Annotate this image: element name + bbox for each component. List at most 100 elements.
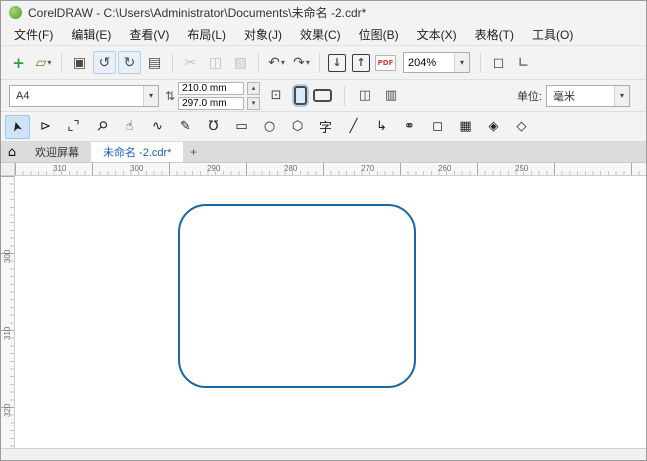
save-button[interactable]: ▣: [68, 51, 91, 74]
propbar-separator: [344, 85, 346, 106]
rounded-rectangle-object[interactable]: [178, 204, 416, 388]
new-document-button[interactable]: +: [7, 51, 30, 74]
bezier-tool[interactable]: ℧: [201, 115, 226, 139]
toolbar-separator: [319, 52, 320, 73]
landscape-orientation-button[interactable]: [313, 89, 333, 102]
menu-bar: 文件(F) 编辑(E) 查看(V) 布局(L) 对象(J) 效果(C) 位图(B) 文本(X)…: [1, 23, 646, 46]
show-rulers-button[interactable]: ∟: [512, 51, 535, 74]
menu-item[interactable]: 布局(L): [178, 23, 235, 46]
undo-button[interactable]: ↶ ▾: [265, 51, 288, 74]
dimension-stepper: ▴ ▾: [247, 81, 261, 110]
ruler-label: 290: [207, 164, 221, 173]
eyedropper-tool[interactable]: ⚭: [397, 115, 422, 139]
toolbar-separator: [258, 52, 259, 73]
ellipse-tool[interactable]: ○: [257, 115, 282, 139]
publish-pdf-button[interactable]: PDF: [374, 51, 397, 74]
fit-page-icon[interactable]: ⊡: [266, 88, 286, 103]
rectangle-tool[interactable]: ▭: [229, 115, 254, 139]
chevron-down-icon: ▾: [47, 58, 52, 67]
tab-document[interactable]: 未命名 -2.cdr*: [91, 142, 184, 162]
fullscreen-icon: ◻: [492, 54, 505, 71]
ruler-label: 280: [284, 164, 298, 173]
all-pages-icon[interactable]: ◫: [355, 88, 375, 103]
redo-icon: ↷: [293, 54, 305, 71]
work-area: 300 310 320: [1, 176, 646, 448]
fullscreen-preview-button[interactable]: ◻: [487, 51, 510, 74]
pan-tool[interactable]: ☝: [117, 115, 142, 139]
chevron-down-icon: ▾: [280, 58, 285, 67]
cloud-open-icon: ↺: [98, 54, 111, 71]
app-window: CorelDRAW - C:\Users\Administrator\Docum…: [0, 0, 647, 461]
horizontal-ruler-row: 310 300 290 280 270 260 250: [1, 163, 646, 176]
stepper-down-button[interactable]: ▾: [247, 96, 261, 110]
toolbox: ➤ ⊳ ⌞⌝ ⚲ ☝ ∿ ✎ ℧ ▭ ○ ⬡ 字 ╱ ↳ ⚭ ◻ ▦ ◈ ◇: [1, 112, 646, 142]
menu-item[interactable]: 工具(O): [523, 23, 582, 46]
cut-icon: ✂: [184, 54, 197, 71]
property-bar: A4 ▾ ⇅ ▴ ▾ ⊡ ◫ ▥ 单位: 毫米 ▾: [1, 80, 646, 112]
chevron-down-icon[interactable]: ▾: [143, 85, 158, 106]
menu-item[interactable]: 文本(X): [408, 23, 466, 46]
menu-item[interactable]: 对象(J): [235, 23, 291, 46]
smart-fill-tool[interactable]: ◇: [509, 115, 534, 139]
redo-button[interactable]: ↷ ▾: [290, 51, 313, 74]
interactive-fill-tool[interactable]: ◈: [481, 115, 506, 139]
page-size-select[interactable]: A4 ▾: [9, 84, 159, 107]
page-size-value: A4: [16, 89, 30, 102]
zoom-level-input[interactable]: [404, 56, 454, 69]
new-tab-button[interactable]: +: [183, 142, 203, 162]
open-button[interactable]: ▱ ▾: [32, 51, 55, 74]
toolbar-separator: [480, 52, 481, 73]
import-button[interactable]: ↓: [328, 53, 346, 72]
ruler-label: 310: [53, 164, 67, 173]
units-label: 单位:: [516, 90, 542, 103]
portrait-orientation-button[interactable]: [294, 86, 308, 105]
menu-item[interactable]: 位图(B): [350, 23, 408, 46]
title-bar: CorelDRAW - C:\Users\Administrator\Docum…: [1, 1, 646, 23]
print-button[interactable]: ▤: [143, 51, 166, 74]
menu-item[interactable]: 效果(C): [291, 23, 350, 46]
menu-item[interactable]: 编辑(E): [62, 23, 120, 46]
stepper-up-button[interactable]: ▴: [247, 81, 261, 95]
zoom-level-combo: ▾: [403, 52, 470, 73]
shape-tool[interactable]: ⊳: [33, 115, 58, 139]
status-bar: [1, 448, 646, 460]
outline-pen-tool[interactable]: ◻: [425, 115, 450, 139]
export-button[interactable]: ↑: [352, 53, 370, 72]
page-height-input[interactable]: [178, 96, 245, 110]
cut-button[interactable]: ✂: [179, 51, 202, 74]
tab-welcome-screen[interactable]: 欢迎屏幕: [23, 142, 91, 162]
polygon-tool[interactable]: ⬡: [285, 115, 310, 139]
menu-item[interactable]: 表格(T): [466, 23, 523, 46]
open-from-cloud-button[interactable]: ↺: [93, 51, 116, 74]
menu-item[interactable]: 查看(V): [120, 23, 178, 46]
save-icon: ▣: [72, 54, 87, 71]
ruler-origin[interactable]: [1, 163, 15, 175]
dimension-tool[interactable]: ╱: [341, 115, 366, 139]
units-select[interactable]: 毫米 ▾: [546, 84, 630, 107]
zoom-tool[interactable]: ⚲: [89, 115, 114, 139]
chevron-down-icon[interactable]: ▾: [454, 53, 469, 72]
page-dimensions-icon: ⇅: [165, 88, 176, 103]
chevron-down-icon[interactable]: ▾: [614, 85, 629, 106]
vertical-ruler[interactable]: 300 310 320: [1, 176, 15, 448]
paste-button[interactable]: ▨: [229, 51, 252, 74]
text-tool[interactable]: 字: [313, 115, 338, 139]
crop-tool[interactable]: ⌞⌝: [61, 115, 86, 139]
horizontal-ruler[interactable]: 310 300 290 280 270 260 250: [15, 163, 646, 175]
page-layout-icon[interactable]: ▥: [381, 88, 401, 103]
menu-item[interactable]: 文件(F): [5, 23, 62, 46]
export-arrow-icon: ↑: [356, 56, 366, 69]
save-to-cloud-button[interactable]: ↻: [118, 51, 141, 74]
ruler-label: 300: [3, 249, 12, 263]
drawing-canvas[interactable]: [15, 176, 646, 448]
pick-tool[interactable]: ➤: [5, 114, 30, 139]
transparency-tool[interactable]: ▦: [453, 115, 478, 139]
page-width-input[interactable]: [178, 81, 245, 95]
home-icon[interactable]: ⌂: [1, 142, 23, 162]
freehand-tool[interactable]: ∿: [145, 115, 170, 139]
import-arrow-icon: ↓: [332, 56, 342, 69]
connector-tool[interactable]: ↳: [369, 115, 394, 139]
copy-button[interactable]: ◫: [204, 51, 227, 74]
toolbar-separator: [172, 52, 173, 73]
pen-tool[interactable]: ✎: [173, 115, 198, 139]
